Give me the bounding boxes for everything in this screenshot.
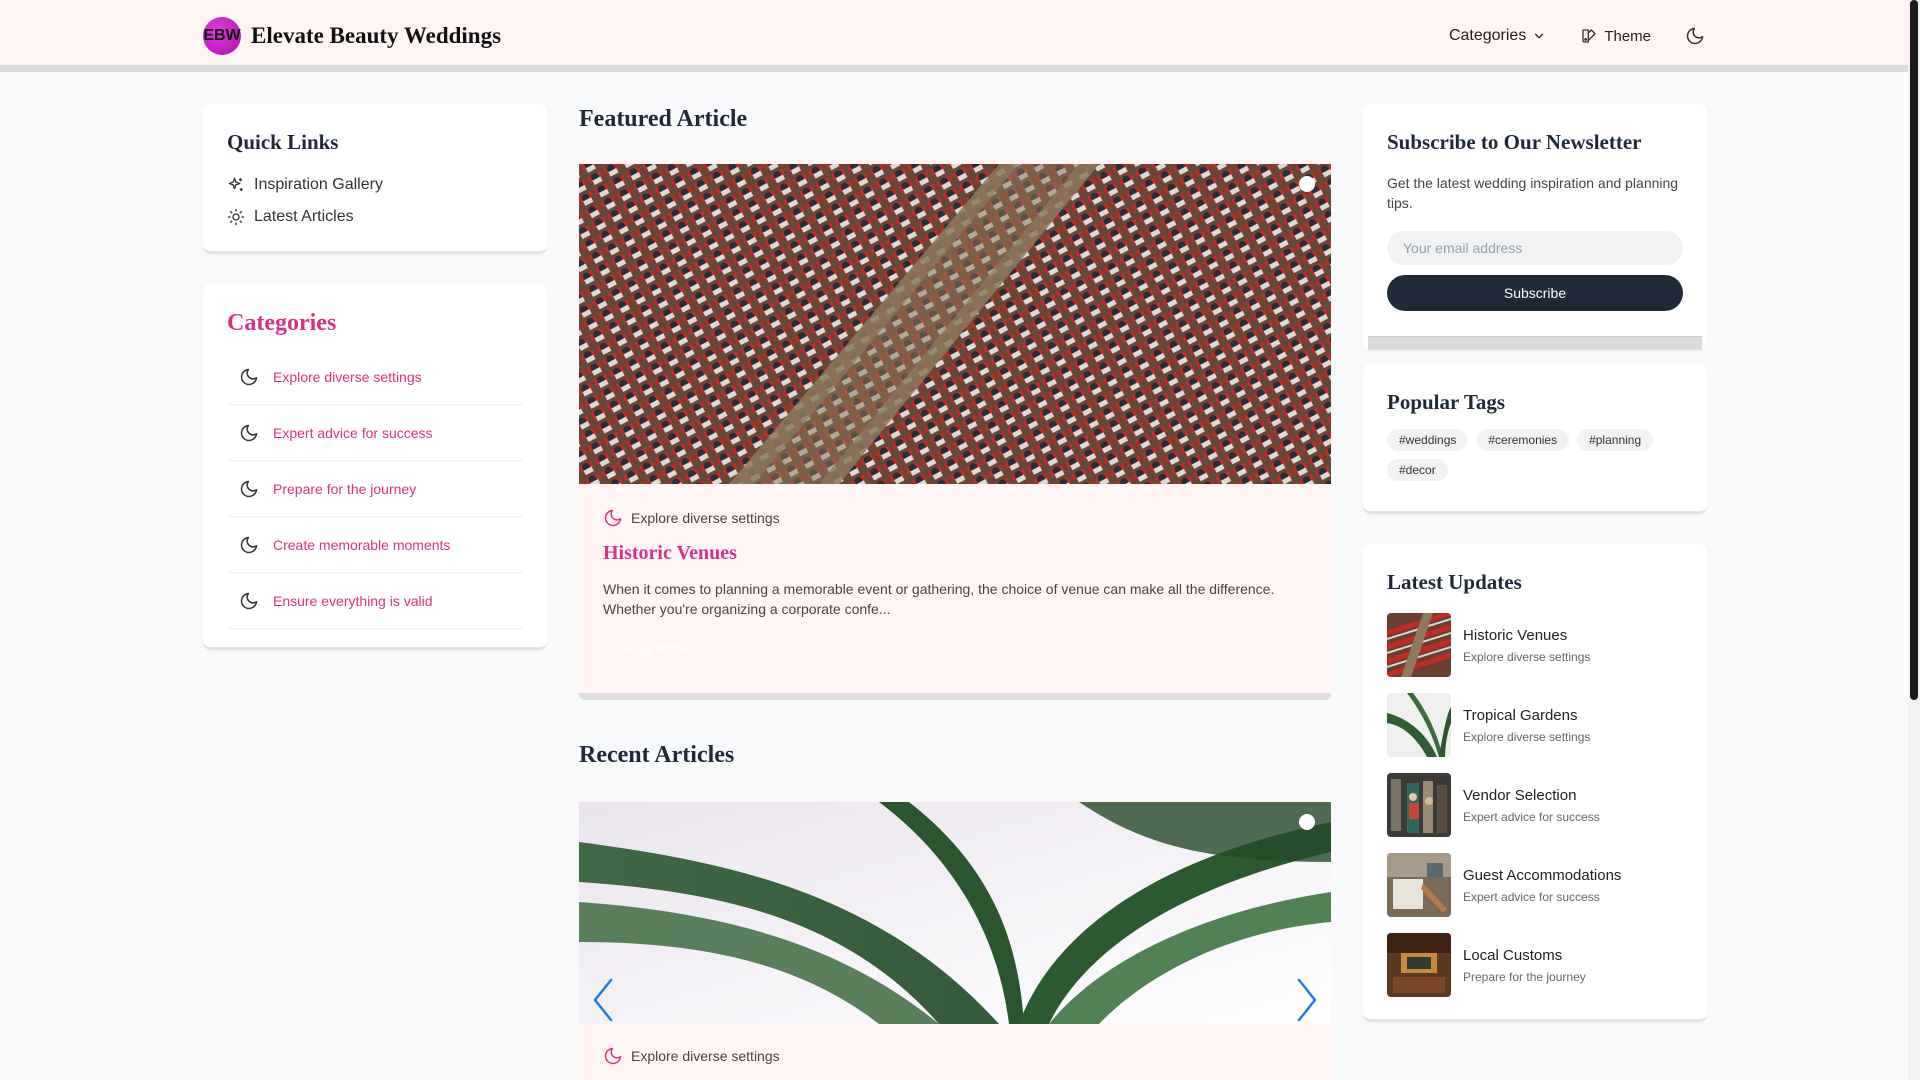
update-item[interactable]: Local Customs Prepare for the journey — [1387, 933, 1683, 997]
latest-updates-title: Latest Updates — [1387, 570, 1522, 594]
update-subtitle: Explore diverse settings — [1463, 649, 1591, 664]
tag-pill[interactable]: #decor — [1387, 459, 1448, 481]
email-field[interactable]: Your email address — [1387, 231, 1683, 265]
recent-article-carousel: Explore diverse settings — [579, 798, 1331, 1080]
update-subtitle: Expert advice for success — [1463, 809, 1600, 824]
brand-name[interactable]: Elevate Beauty Weddings — [251, 23, 501, 49]
update-thumbnail — [1387, 613, 1451, 677]
featured-image-auditorium — [579, 164, 1331, 484]
newsletter-divider — [1368, 336, 1702, 350]
category-list: Explore diverse settings Expert advice f… — [227, 349, 523, 629]
subscribe-button[interactable]: Subscribe — [1387, 275, 1683, 311]
theme-label: Theme — [1604, 27, 1651, 45]
logo-badge[interactable]: EBW — [203, 17, 241, 55]
update-item[interactable]: Vendor Selection Expert advice for succe… — [1387, 773, 1683, 837]
tag-pill[interactable]: #weddings — [1387, 429, 1469, 451]
category-item[interactable]: Ensure everything is valid — [227, 573, 523, 629]
update-item[interactable]: Historic Venues Explore diverse settings — [1387, 613, 1683, 677]
update-subtitle: Explore diverse settings — [1463, 729, 1591, 744]
update-title: Vendor Selection — [1463, 786, 1577, 804]
popular-tags-title: Popular Tags — [1387, 390, 1506, 414]
moon-icon — [240, 368, 258, 385]
update-thumbnail — [1387, 693, 1451, 757]
moon-icon — [604, 509, 622, 527]
read-more-button[interactable]: Read More — [603, 641, 1307, 657]
moon-icon — [240, 480, 258, 497]
carousel-dot[interactable] — [1299, 176, 1315, 192]
update-subtitle: Expert advice for success — [1463, 889, 1600, 904]
categories-label: Categories — [1448, 27, 1527, 44]
update-title: Historic Venues — [1463, 626, 1568, 644]
quick-link-label: Inspiration Gallery — [254, 176, 383, 193]
quick-link-label: Latest Articles — [254, 208, 354, 225]
featured-section-title: Featured Article — [579, 106, 748, 132]
category-label: Explore diverse settings — [273, 368, 422, 385]
updates-list: Historic Venues Explore diverse settings… — [1387, 613, 1683, 997]
quick-links-card: Quick Links Inspiration Gallery Latest A… — [203, 104, 547, 254]
category-label: Expert advice for success — [273, 424, 433, 441]
categories-card: Categories Explore diverse settings Expe… — [203, 284, 547, 650]
featured-category-label: Explore diverse settings — [631, 510, 780, 526]
category-item[interactable]: Explore diverse settings — [227, 349, 523, 405]
category-label: Prepare for the journey — [273, 480, 417, 497]
update-title: Tropical Gardens — [1463, 706, 1578, 724]
featured-category[interactable]: Explore diverse settings — [603, 508, 1307, 528]
recent-image-palm-leaf — [579, 802, 1331, 1024]
chevron-right-icon[interactable] — [1295, 978, 1319, 1022]
newsletter-card: Subscribe to Our Newsletter Get the late… — [1363, 104, 1707, 350]
update-title: Local Customs — [1463, 946, 1563, 964]
latest-updates-card: Latest Updates Historic Venues Explore d… — [1363, 544, 1707, 1022]
newsletter-text: Get the latest wedding inspiration and p… — [1387, 175, 1679, 211]
tag-pill[interactable]: #ceremonies — [1476, 429, 1570, 451]
chevron-left-icon[interactable] — [591, 978, 615, 1022]
update-thumbnail — [1387, 933, 1451, 997]
quick-link-inspiration-gallery[interactable]: Inspiration Gallery — [227, 169, 523, 201]
moon-icon — [604, 1047, 622, 1065]
newsletter-title: Subscribe to Our Newsletter — [1387, 130, 1642, 154]
tag-pill[interactable]: #planning — [1577, 429, 1654, 451]
category-item[interactable]: Prepare for the journey — [227, 461, 523, 517]
moon-icon — [240, 536, 258, 553]
sparkles-icon — [228, 177, 243, 191]
category-item[interactable]: Expert advice for success — [227, 405, 523, 461]
categories-title: Categories — [227, 310, 337, 336]
carousel-dot[interactable] — [1299, 814, 1315, 830]
recent-category-label: Explore diverse settings — [631, 1048, 780, 1064]
category-label: Create memorable moments — [273, 536, 451, 553]
main-nav: Categories Theme — [1449, 26, 1705, 46]
moon-icon — [240, 424, 258, 441]
quick-link-latest-articles[interactable]: Latest Articles — [227, 201, 523, 233]
quick-links-title: Quick Links — [227, 130, 339, 154]
chevron-down-icon — [1535, 33, 1544, 39]
tag-list: #weddings #ceremonies #planning #decor — [1387, 429, 1687, 481]
update-item[interactable]: Guest Accommodations Expert advice for s… — [1387, 853, 1683, 917]
palette-icon — [1582, 29, 1596, 43]
sun-icon — [227, 208, 245, 226]
site-header: EBW Elevate Beauty Weddings Categories T… — [0, 0, 1908, 72]
featured-article-card[interactable]: Explore diverse settings Historic Venues… — [579, 160, 1331, 700]
scrollbar-thumb[interactable] — [1910, 0, 1918, 700]
page-scrollbar[interactable] — [1908, 0, 1920, 1080]
recent-category[interactable]: Explore diverse settings — [603, 1046, 780, 1066]
category-label: Ensure everything is valid — [273, 592, 433, 609]
update-title: Guest Accommodations — [1463, 866, 1622, 884]
categories-dropdown[interactable]: Categories — [1449, 27, 1546, 45]
update-item[interactable]: Tropical Gardens Explore diverse setting… — [1387, 693, 1683, 757]
update-thumbnail — [1387, 853, 1451, 917]
theme-button[interactable]: Theme — [1580, 27, 1651, 45]
recent-section-title: Recent Articles — [579, 742, 735, 768]
update-subtitle: Prepare for the journey — [1463, 969, 1586, 984]
moon-icon — [240, 592, 258, 609]
brand[interactable]: EBW Elevate Beauty Weddings — [203, 17, 501, 55]
featured-excerpt: When it comes to planning a memorable ev… — [603, 581, 1275, 617]
update-thumbnail — [1387, 773, 1451, 837]
popular-tags-card: Popular Tags #weddings #ceremonies #plan… — [1363, 364, 1707, 514]
category-item[interactable]: Create memorable moments — [227, 517, 523, 573]
moon-icon[interactable] — [1685, 26, 1705, 46]
featured-title[interactable]: Historic Venues — [603, 542, 1307, 565]
